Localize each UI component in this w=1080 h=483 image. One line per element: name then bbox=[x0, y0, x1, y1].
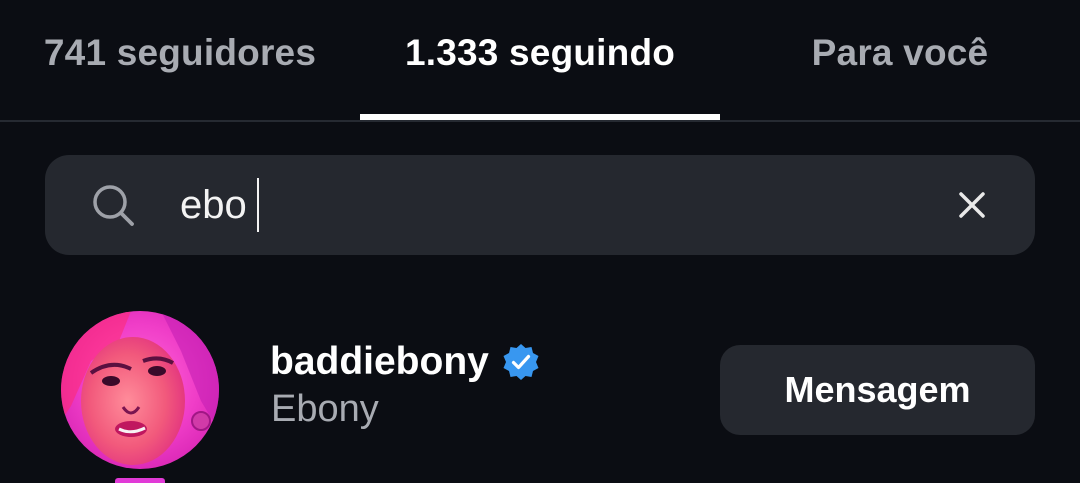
close-icon[interactable] bbox=[950, 183, 994, 227]
verified-badge-icon bbox=[503, 344, 539, 380]
tab-following[interactable]: 1.333 seguindo bbox=[360, 0, 720, 120]
search-input[interactable] bbox=[180, 175, 880, 235]
tab-bar: 741 seguidores 1.333 seguindo Para você bbox=[0, 0, 1080, 122]
tab-followers[interactable]: 741 seguidores bbox=[0, 0, 360, 120]
text-caret bbox=[257, 178, 259, 232]
message-button[interactable]: Mensagem bbox=[720, 345, 1035, 435]
username-row[interactable]: baddiebony bbox=[270, 337, 541, 387]
avatar[interactable] bbox=[61, 311, 219, 469]
full-name: Ebony bbox=[271, 388, 379, 430]
tab-for-you[interactable]: Para você bbox=[720, 0, 1080, 120]
avatar-image bbox=[61, 311, 219, 469]
following-screen: 741 seguidores 1.333 seguindo Para você bbox=[0, 0, 1080, 483]
tab-for-you-label: Para você bbox=[811, 32, 989, 73]
next-avatar-edge bbox=[115, 478, 165, 483]
username: baddiebony bbox=[270, 340, 489, 383]
search-icon bbox=[93, 185, 134, 226]
tab-followers-label: 741 seguidores bbox=[43, 32, 317, 73]
active-tab-indicator bbox=[360, 114, 720, 120]
tab-following-label: 1.333 seguindo bbox=[404, 32, 676, 73]
